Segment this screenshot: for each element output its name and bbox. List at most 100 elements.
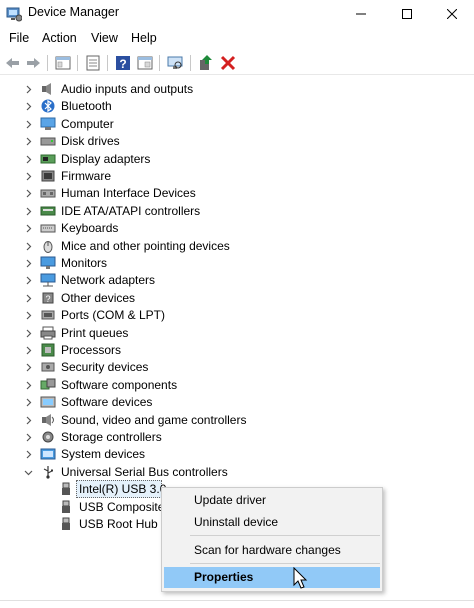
chevron-down-icon[interactable] [24, 468, 33, 477]
tree-category-row[interactable]: Monitors [0, 255, 474, 272]
chevron-right-icon[interactable] [24, 172, 33, 181]
network-adapter-icon [40, 273, 56, 287]
tree-category-label: System devices [61, 447, 146, 462]
menu-view[interactable]: View [91, 31, 118, 45]
display-adapter-icon [40, 154, 56, 164]
menu-file[interactable]: File [9, 31, 29, 45]
tree-category-row[interactable]: Software components [0, 377, 474, 394]
chevron-right-icon[interactable] [24, 329, 33, 338]
svg-text:?: ? [119, 57, 126, 71]
chevron-right-icon[interactable] [24, 207, 33, 216]
tree-category-label: Monitors [61, 256, 108, 270]
chevron-right-icon[interactable] [24, 259, 33, 268]
usb-icon [43, 465, 53, 479]
tree-category-row[interactable]: IDE ATA/ATAPI controllers [0, 203, 474, 220]
tree-category-row[interactable]: System devices [0, 446, 474, 463]
chevron-right-icon[interactable] [24, 363, 33, 372]
tree-category-row[interactable]: Mice and other pointing devices [0, 238, 474, 255]
tree-category-row[interactable]: Security devices [0, 359, 474, 376]
chevron-right-icon[interactable] [24, 433, 33, 442]
tree-category-label: Software devices [61, 395, 153, 410]
tree-category-label: Firmware [61, 169, 111, 183]
software-device-icon [40, 396, 56, 408]
tree-category-row[interactable]: Processors [0, 342, 474, 359]
toolbar-separator [159, 55, 160, 71]
tree-category-row[interactable]: Disk drives [0, 133, 474, 150]
unknown-device-icon: ? [42, 292, 54, 304]
tree-category-label: Software components [61, 377, 178, 392]
properties-sheet-icon[interactable] [84, 54, 102, 72]
tree-category-label: Display adapters [61, 151, 151, 166]
monitor-icon [40, 256, 56, 269]
tree-category-row[interactable]: Keyboards [0, 220, 474, 237]
back-arrow-icon[interactable] [4, 54, 22, 72]
chevron-right-icon[interactable] [24, 137, 33, 146]
context-menu-scan-hardware[interactable]: Scan for hardware changes [194, 543, 341, 557]
menu-help[interactable]: Help [131, 31, 157, 45]
context-menu-separator [190, 563, 380, 564]
forward-arrow-icon[interactable] [24, 54, 42, 72]
tree-category-row[interactable]: Print queues [0, 325, 474, 342]
uninstall-device-icon[interactable] [219, 54, 237, 72]
menu-action[interactable]: Action [42, 31, 77, 45]
tree-category-label: Processors [61, 343, 122, 357]
storage-controller-icon [42, 431, 54, 443]
chevron-right-icon[interactable] [24, 155, 33, 164]
close-button[interactable] [430, 0, 474, 28]
toolbar-separator [107, 55, 108, 71]
tree-category-label: Disk drives [61, 134, 120, 149]
tree-category-row[interactable]: Software devices [0, 394, 474, 411]
title-bar[interactable]: Device Manager [0, 0, 474, 28]
tree-category-row[interactable]: Storage controllers [0, 429, 474, 446]
usb-plug-icon [62, 517, 70, 530]
chevron-right-icon[interactable] [24, 398, 33, 407]
tree-category-row[interactable]: Bluetooth [0, 98, 474, 115]
maximize-button[interactable] [384, 0, 430, 28]
chevron-right-icon[interactable] [24, 416, 33, 425]
context-menu-update-driver[interactable]: Update driver [194, 493, 266, 507]
speaker-icon [42, 83, 51, 95]
tree-category-row[interactable]: Human Interface Devices [0, 185, 474, 202]
scan-hardware-icon[interactable] [166, 54, 184, 72]
menu-bar: File Action View Help [0, 29, 474, 49]
tree-category-row[interactable]: Computer [0, 116, 474, 133]
chevron-right-icon[interactable] [24, 242, 33, 251]
tree-category-row[interactable]: Display adapters [0, 151, 474, 168]
processor-icon [41, 343, 55, 357]
chevron-right-icon[interactable] [24, 102, 33, 111]
tree-device-label: USB Composite [79, 499, 165, 514]
close-icon [447, 9, 457, 19]
chevron-right-icon[interactable] [24, 346, 33, 355]
chevron-right-icon[interactable] [24, 276, 33, 285]
chevron-right-icon[interactable] [24, 189, 33, 198]
tree-category-row[interactable]: Universal Serial Bus controllers [0, 464, 474, 481]
show-hide-tree-icon[interactable] [54, 54, 72, 72]
hid-icon [40, 189, 56, 198]
view-list-icon[interactable] [136, 54, 154, 72]
tree-category-row[interactable]: ? Other devices [0, 290, 474, 307]
disk-drive-icon [40, 137, 56, 146]
chevron-right-icon[interactable] [24, 450, 33, 459]
help-icon[interactable]: ? [114, 54, 132, 72]
tree-category-row[interactable]: Ports (COM & LPT) [0, 307, 474, 324]
status-border [0, 600, 474, 601]
chevron-right-icon[interactable] [24, 311, 33, 320]
tree-category-row[interactable]: Firmware [0, 168, 474, 185]
tree-category-row[interactable]: Audio inputs and outputs [0, 81, 474, 98]
tree-category-label: Computer [61, 116, 114, 131]
tree-category-row[interactable]: Sound, video and game controllers [0, 412, 474, 429]
chevron-right-icon[interactable] [24, 85, 33, 94]
context-menu-uninstall-device[interactable]: Uninstall device [194, 515, 278, 529]
tree-category-row[interactable]: Network adapters [0, 272, 474, 289]
chevron-right-icon[interactable] [24, 381, 33, 390]
tree-category-label: Storage controllers [61, 430, 162, 444]
tree-category-label: Security devices [61, 360, 149, 375]
update-driver-icon[interactable] [197, 54, 215, 72]
security-device-icon [41, 362, 55, 372]
chevron-right-icon[interactable] [24, 120, 33, 129]
minimize-button[interactable] [338, 0, 384, 28]
sound-controller-icon [42, 413, 54, 426]
chevron-right-icon[interactable] [24, 224, 33, 233]
chevron-right-icon[interactable] [24, 294, 33, 303]
context-menu-properties[interactable]: Properties [194, 570, 253, 584]
